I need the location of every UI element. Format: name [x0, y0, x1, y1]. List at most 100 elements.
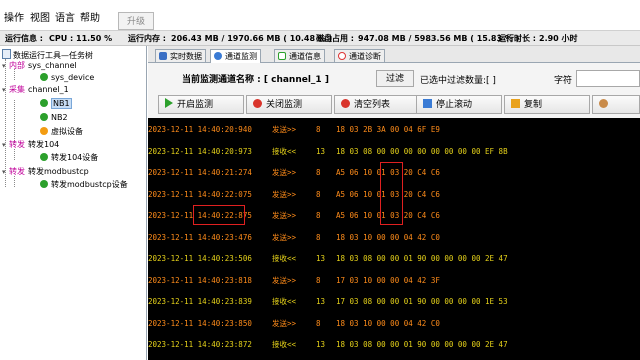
log-time: 2023-12-11 14:40:20:973	[148, 146, 252, 156]
filter-button[interactable]: 过滤	[376, 70, 414, 87]
start-monitor-button[interactable]: 开启监测	[158, 95, 244, 114]
tab-realtime-data[interactable]: 实时数据	[155, 49, 206, 62]
status-dot-icon	[40, 113, 48, 121]
char-input[interactable]	[576, 70, 640, 87]
tree-tag-forward: 转发	[9, 167, 25, 176]
tree-tag-internal: 内部	[9, 61, 25, 70]
menu-operate[interactable]: 操作	[4, 9, 24, 24]
menu-help[interactable]: 帮助	[80, 9, 100, 24]
tree-node-forward-104[interactable]: ▾ 转发 转发104	[2, 139, 59, 150]
log-dir: 发送>>	[272, 275, 297, 285]
log-row[interactable]: 2023-12-11 14:40:20:940 发送>> 8 18 03 2B 3A …	[148, 124, 640, 136]
tree-connector	[14, 149, 15, 160]
tree-node-sys-channel[interactable]: ▾ 内部 sys_channel	[2, 60, 77, 71]
clear-icon	[341, 99, 350, 108]
highlight-bytes	[380, 162, 403, 225]
log-len: 8	[316, 275, 321, 285]
log-row[interactable]: 2023-12-11 14:40:23:476 发送>> 8 18 03 10 00 …	[148, 232, 640, 244]
uptime-value: 2.90 小时	[539, 34, 578, 43]
tree-root-label: 数据运行工具—任务树	[13, 51, 93, 60]
log-time: 2023-12-11 14:40:23:818	[148, 275, 252, 285]
log-dir: 发送>>	[272, 232, 297, 242]
tab-label: 通道监测	[225, 52, 257, 61]
button-label: 复制	[524, 100, 543, 110]
tree-node-sys-device[interactable]: sys_device	[40, 72, 94, 83]
log-len: 13	[316, 297, 326, 306]
collapse-icon[interactable]: ▾	[2, 140, 9, 151]
menu-view[interactable]: 视图	[30, 9, 50, 24]
extra-button[interactable]	[592, 95, 640, 114]
log-data: 18 03 08 00 00 01 90 00 00 00 00 2E 47	[336, 254, 508, 263]
tab-channel-monitor[interactable]: 通道监测	[210, 49, 261, 63]
log-dir: 发送>>	[272, 318, 297, 328]
monitor-icon	[214, 52, 222, 60]
copy-button[interactable]: 复制	[504, 95, 590, 114]
log-len: 13	[316, 340, 326, 349]
tree-node-virtual-device[interactable]: 虚拟设备	[40, 126, 83, 137]
log-row[interactable]: 2023-12-11 14:40:23:818 发送>> 8 17 03 10 00 …	[148, 275, 640, 287]
log-row[interactable]: 2023-12-11 14:40:23:872 接收<< 13 18 03 08 00…	[148, 339, 640, 351]
tree-tag-collect: 采集	[9, 85, 25, 94]
status-dot-icon	[40, 180, 48, 188]
collapse-icon[interactable]: ▾	[2, 167, 9, 178]
collapse-icon[interactable]: ▾	[2, 61, 9, 72]
log-time: 2023-12-11 14:40:23:872	[148, 340, 252, 349]
tree-root[interactable]: 数据运行工具—任务树	[2, 49, 93, 60]
filter-count: 已选中过滤数量:[ ]	[420, 76, 496, 86]
tree-label: 转发104	[28, 140, 60, 149]
tab-channel-info[interactable]: 通道信息	[274, 49, 325, 62]
play-icon	[165, 98, 173, 108]
log-len: 8	[316, 211, 321, 220]
tab-label: 通道信息	[289, 52, 321, 61]
log-data: 17 03 10 00 00 04 42 3F	[336, 275, 440, 285]
status-dot-icon	[40, 73, 48, 81]
upgrade-button[interactable]: 升级	[118, 12, 154, 30]
tree-label-selected: NB1	[51, 98, 72, 109]
log-row[interactable]: 2023-12-11 14:40:23:850 发送>> 8 18 03 10 00 …	[148, 318, 640, 330]
memory-value: 206.43 MB / 1970.66 MB ( 10.48 % )	[171, 34, 333, 43]
copy-icon	[511, 99, 520, 108]
log-row[interactable]: 2023-12-11 14:40:23:839 接收<< 13 17 03 08 00…	[148, 296, 640, 308]
log-row[interactable]: 2023-12-11 14:40:20:973 接收<< 13 18 03 08 00…	[148, 146, 640, 158]
log-dir: 发送>>	[272, 168, 297, 177]
log-dir: 发送>>	[272, 189, 297, 199]
info-icon	[278, 52, 286, 60]
tree-label: 虚拟设备	[51, 127, 83, 136]
tab-label: 实时数据	[170, 52, 202, 61]
tree-node-nb1[interactable]: NB1	[40, 98, 72, 109]
char-label: 字符	[554, 76, 573, 86]
button-label: 开启监测	[177, 100, 214, 110]
button-label: 清空列表	[354, 100, 391, 110]
collapse-icon[interactable]: ▾	[2, 85, 9, 96]
menu-language[interactable]: 语言	[55, 9, 75, 24]
monitor-log: 2023-12-11 14:40:23:872 接收<< 13 18 03 08 00…	[148, 118, 640, 360]
log-row[interactable]: 2023-12-11 14:40:23:506 接收<< 13 18 03 08 00…	[148, 253, 640, 265]
log-len: 8	[316, 232, 321, 242]
tab-bar: 实时数据 通道监测 通道信息 通道诊断	[148, 46, 640, 63]
tree-tag-forward: 转发	[9, 140, 25, 149]
tree-node-nb2[interactable]: NB2	[40, 112, 68, 123]
log-dir: 接收<<	[272, 146, 297, 156]
tree-label: sys_channel	[28, 61, 77, 70]
stop-icon	[253, 99, 262, 108]
tree-node-forward-104-device[interactable]: 转发104设备	[40, 152, 98, 163]
menu-bar: 操作 视图 语言 帮助 升级	[0, 0, 640, 31]
log-time: 2023-12-11 14:40:22:075	[148, 189, 252, 199]
search-icon	[338, 52, 346, 60]
stop-monitor-button[interactable]: 关闭监测	[246, 95, 332, 114]
log-len: 13	[316, 254, 326, 263]
tree-node-forward-modbustcp-device[interactable]: 转发modbustcp设备	[40, 179, 128, 190]
stop-scroll-button[interactable]: 停止滚动	[416, 95, 502, 114]
tree-label: 转发modbustcp	[28, 167, 89, 176]
tab-channel-diagnosis[interactable]: 通道诊断	[334, 49, 385, 62]
log-data: 18 03 2B 3A 00 04 6F E9	[336, 125, 440, 134]
button-label: 关闭监测	[266, 100, 303, 110]
log-dir: 接收<<	[272, 254, 297, 263]
task-tree: 数据运行工具—任务树 ▾ 内部 sys_channel sys_device ▾ 采集…	[0, 46, 147, 360]
log-data: 18 03 08 00 00 01 90 00 00 00 00 2E 47	[336, 340, 508, 349]
clear-list-button[interactable]: 清空列表	[334, 95, 420, 114]
tree-node-forward-modbustcp[interactable]: ▾ 转发 转发modbustcp	[2, 166, 89, 177]
disk-label: 磁盘占用 :	[316, 34, 354, 43]
status-dot-icon	[40, 99, 48, 107]
tree-node-channel-1[interactable]: ▾ 采集 channel_1	[2, 84, 69, 95]
